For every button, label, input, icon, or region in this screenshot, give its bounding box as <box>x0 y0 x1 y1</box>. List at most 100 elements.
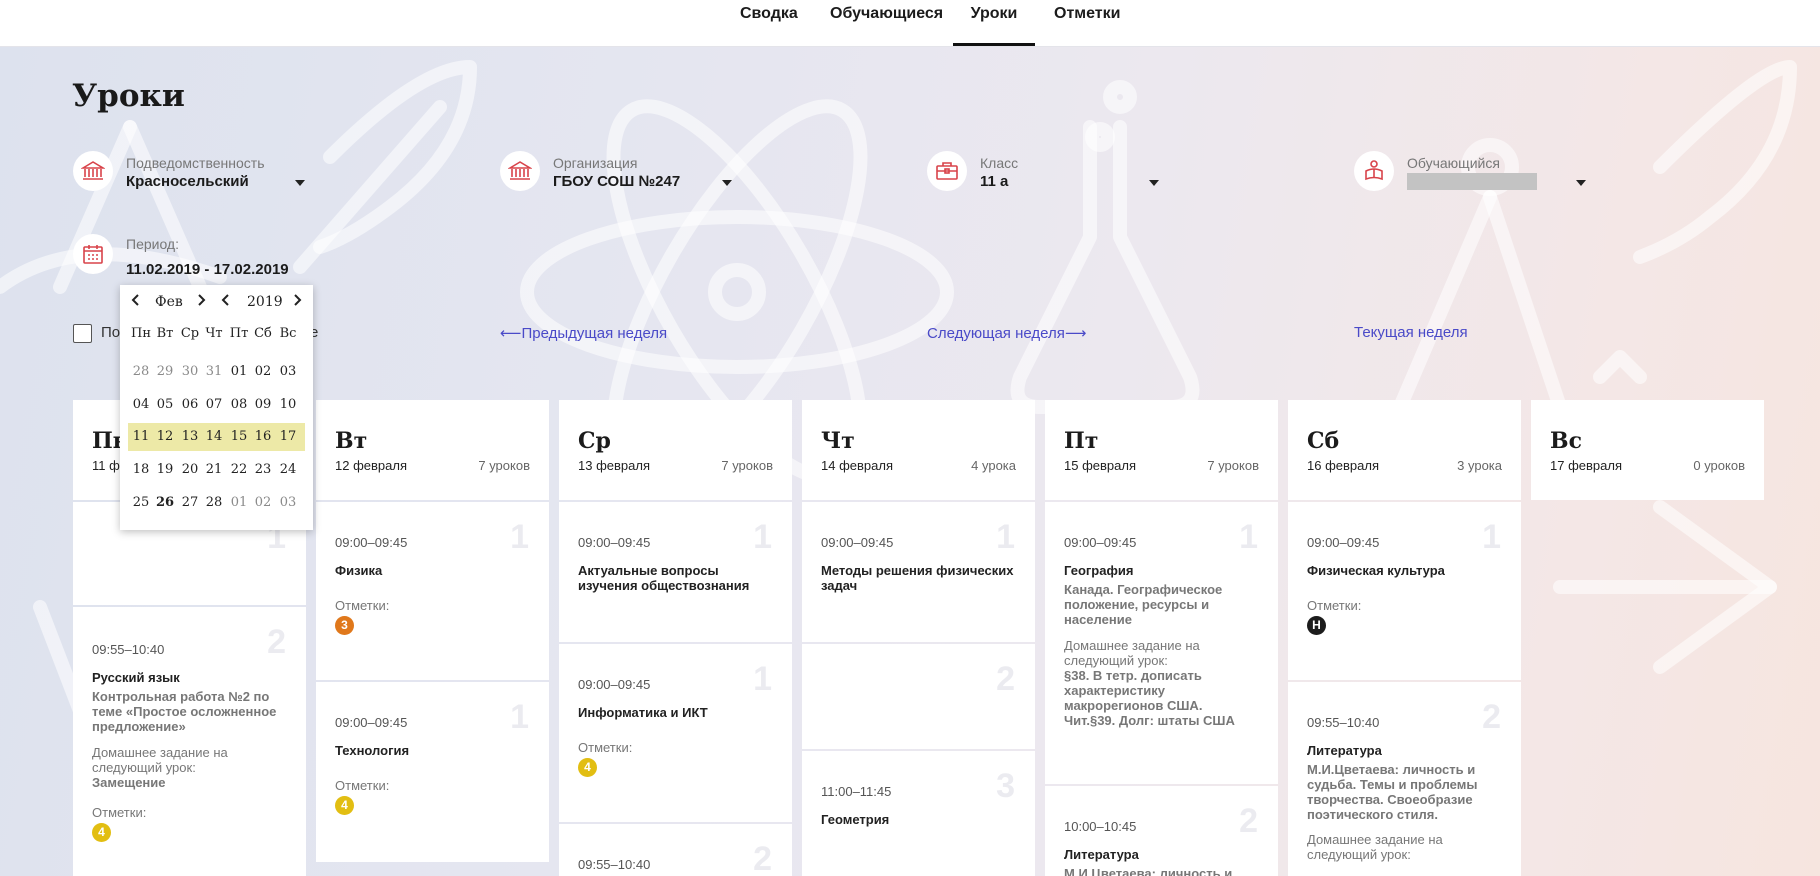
day-name: Чт <box>821 428 855 454</box>
calendar-day[interactable]: 29 <box>153 364 177 379</box>
grade-badge[interactable]: Н <box>1307 616 1326 635</box>
lesson-time: 09:00–09:45 <box>1307 535 1380 550</box>
lesson-number: 1 <box>996 518 1015 556</box>
homework-label: Домашнее задание на следующий урок: <box>1064 638 1200 668</box>
lesson-number: 2 <box>996 660 1015 698</box>
calendar-icon <box>73 234 113 274</box>
calendar-day[interactable]: 30 <box>178 364 202 379</box>
organization-value: ГБОУ СОШ №247 <box>553 173 681 190</box>
calendar-day[interactable]: 31 <box>202 364 226 379</box>
calendar-day[interactable]: 22 <box>227 462 251 477</box>
grade-badge[interactable]: 4 <box>335 796 354 815</box>
calendar-day[interactable]: 23 <box>251 462 275 477</box>
tab-grades[interactable]: Отметки <box>1054 0 1120 46</box>
calendar-day[interactable]: 02 <box>251 495 275 510</box>
previous-week-link[interactable]: ⟵Предыдущая неделя <box>500 324 667 342</box>
lesson-time: 09:55–10:40 <box>578 857 651 872</box>
grade-badge[interactable]: 4 <box>92 823 111 842</box>
current-week-link[interactable]: Текущая неделя <box>1354 324 1468 341</box>
calendar-day[interactable]: 05 <box>153 397 177 412</box>
weekday-label: Ср <box>180 326 200 341</box>
grade-badge[interactable]: 4 <box>578 758 597 777</box>
show-checkbox-label: По <box>101 324 121 341</box>
lesson-card[interactable]: 2 <box>802 644 1035 749</box>
chevron-down-icon[interactable] <box>295 180 305 186</box>
lesson-subject: Русский язык <box>92 670 180 685</box>
calendar-day[interactable]: 13 <box>178 429 202 444</box>
datepicker-month[interactable]: Фев <box>155 294 183 310</box>
calendar-day[interactable]: 20 <box>178 462 202 477</box>
calendar-day[interactable]: 07 <box>202 397 226 412</box>
calendar-day[interactable]: 27 <box>178 495 202 510</box>
calendar-day[interactable]: 12 <box>153 429 177 444</box>
next-year-chevron-icon[interactable] <box>290 293 304 311</box>
calendar-day[interactable]: 16 <box>251 429 275 444</box>
calendar-day[interactable]: 04 <box>129 397 153 412</box>
calendar-day[interactable]: 11 <box>129 429 153 444</box>
period-value[interactable]: 11.02.2019 - 17.02.2019 <box>126 261 289 278</box>
calendar-day[interactable]: 28 <box>129 364 153 379</box>
lesson-card[interactable]: 1 09:00–09:45 Информатика и ИКТ Отметки:… <box>559 644 792 822</box>
calendar-day[interactable]: 01 <box>227 495 251 510</box>
calendar-day[interactable]: 03 <box>276 364 300 379</box>
show-checkbox[interactable] <box>73 324 92 343</box>
next-week-link[interactable]: Следующая неделя⟶ <box>927 324 1086 342</box>
lesson-card[interactable]: 1 09:00–09:45 Технология Отметки: 4 <box>316 682 549 862</box>
lesson-subject: Литература <box>1307 743 1382 758</box>
tab-students[interactable]: Обучающиеся <box>830 0 943 46</box>
prev-month-chevron-icon[interactable] <box>129 293 143 311</box>
lesson-count: 7 уроков <box>1207 458 1259 473</box>
next-month-chevron-icon[interactable] <box>194 293 208 311</box>
lesson-subject: Литература <box>1064 847 1139 862</box>
grade-badge[interactable]: 3 <box>335 616 354 635</box>
calendar-day[interactable]: 01 <box>227 364 251 379</box>
chevron-down-icon[interactable] <box>1149 180 1159 186</box>
organization-filter[interactable]: Организация ГБОУ СОШ №247 <box>500 151 735 201</box>
calendar-day[interactable]: 25 <box>129 495 153 510</box>
lesson-number: 1 <box>510 518 529 556</box>
student-icon <box>1354 151 1394 191</box>
period-filter[interactable]: Период: 11.02.2019 - 17.02.2019 <box>73 234 313 284</box>
calendar-day[interactable]: 03 <box>276 495 300 510</box>
calendar-day[interactable]: 02 <box>251 364 275 379</box>
student-filter[interactable]: Обучающийся <box>1354 151 1589 201</box>
calendar-day[interactable]: 17 <box>276 429 300 444</box>
datepicker-year[interactable]: 2019 <box>247 294 283 310</box>
calendar-day[interactable]: 15 <box>227 429 251 444</box>
tab-summary[interactable]: Сводка <box>740 0 798 46</box>
lesson-card[interactable]: 1 09:00–09:45 Методы решения физических … <box>802 502 1035 642</box>
calendar-day[interactable]: 08 <box>227 397 251 412</box>
calendar-day[interactable]: 10 <box>276 397 300 412</box>
calendar-day[interactable]: 09 <box>251 397 275 412</box>
calendar-day[interactable]: 19 <box>153 462 177 477</box>
chevron-down-icon[interactable] <box>1576 180 1586 186</box>
lesson-card[interactable]: 1 09:00–09:45 Физика Отметки: 3 <box>316 502 549 680</box>
lesson-number: 1 <box>510 698 529 736</box>
lesson-card[interactable]: 2 09:55–10:40 <box>559 824 792 876</box>
lesson-card[interactable]: 2 10:00–10:45 Литература М.И.Цветаева: л… <box>1045 786 1278 876</box>
chevron-down-icon[interactable] <box>722 180 732 186</box>
weekday-label: Пн <box>130 326 151 341</box>
calendar-day[interactable]: 28 <box>202 495 226 510</box>
lesson-card[interactable]: 1 09:00–09:45 География Канада. Географи… <box>1045 502 1278 784</box>
calendar-day[interactable]: 14 <box>202 429 226 444</box>
top-navigation: Сводка Обучающиеся Уроки Отметки <box>0 0 1820 47</box>
lesson-card[interactable]: 1 09:00–09:45 Физическая культура Отметк… <box>1288 502 1521 680</box>
tab-lessons[interactable]: Уроки <box>953 0 1035 46</box>
class-filter[interactable]: Класс 11 а <box>927 151 1162 201</box>
calendar-day[interactable]: 24 <box>276 462 300 477</box>
calendar-day[interactable]: 21 <box>202 462 226 477</box>
lesson-card[interactable]: 1 09:00–09:45 Актуальные вопросы изучени… <box>559 502 792 642</box>
prev-year-chevron-icon[interactable] <box>219 293 233 311</box>
weekday-label: Сб <box>254 326 272 341</box>
student-value-masked <box>1407 173 1537 190</box>
calendar-day[interactable]: 18 <box>129 462 153 477</box>
calendar-day[interactable]: 06 <box>178 397 202 412</box>
calendar-day-today[interactable]: 26 <box>153 495 177 510</box>
lesson-number: 2 <box>1482 698 1501 736</box>
lesson-card[interactable]: 3 11:00–11:45 Геометрия <box>802 751 1035 876</box>
lesson-card[interactable]: 2 09:55–10:40 Русский язык Контрольная р… <box>73 607 306 876</box>
weekday-label: Пт <box>229 326 249 341</box>
department-filter[interactable]: Подведомственность Красносельский <box>73 151 308 201</box>
lesson-card[interactable]: 2 09:55–10:40 Литература М.И.Цветаева: л… <box>1288 682 1521 876</box>
